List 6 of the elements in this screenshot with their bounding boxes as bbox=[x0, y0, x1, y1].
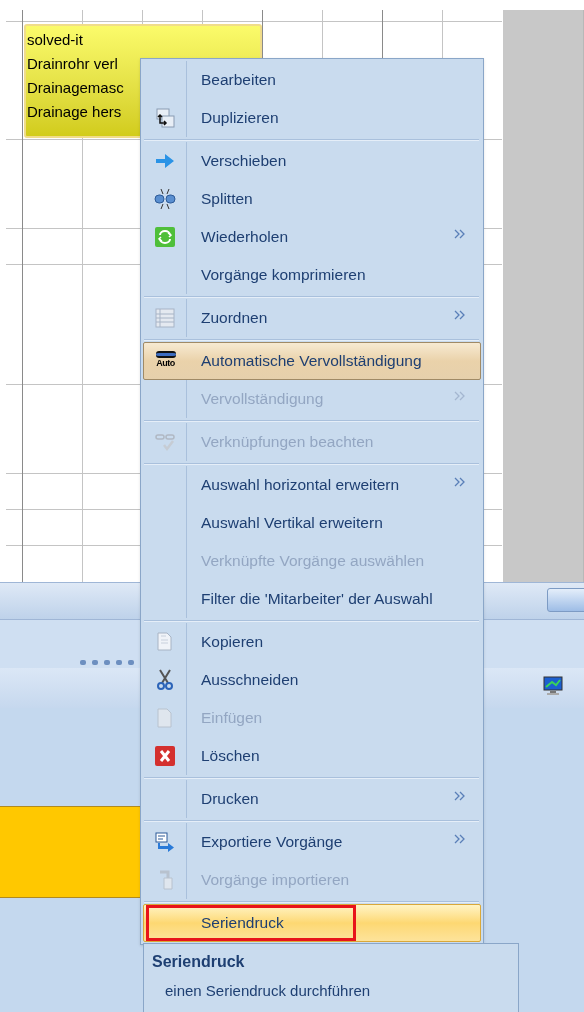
task-text: Drainrohr verl bbox=[27, 54, 118, 74]
task-text: Drainagemasc bbox=[27, 78, 124, 98]
task-text: Drainage hers bbox=[27, 102, 122, 122]
tooltip-title: Seriendruck bbox=[152, 952, 246, 972]
tooltip-text: einen Seriendruck durchführen bbox=[165, 981, 372, 1001]
task-text: solved-it bbox=[27, 30, 83, 50]
